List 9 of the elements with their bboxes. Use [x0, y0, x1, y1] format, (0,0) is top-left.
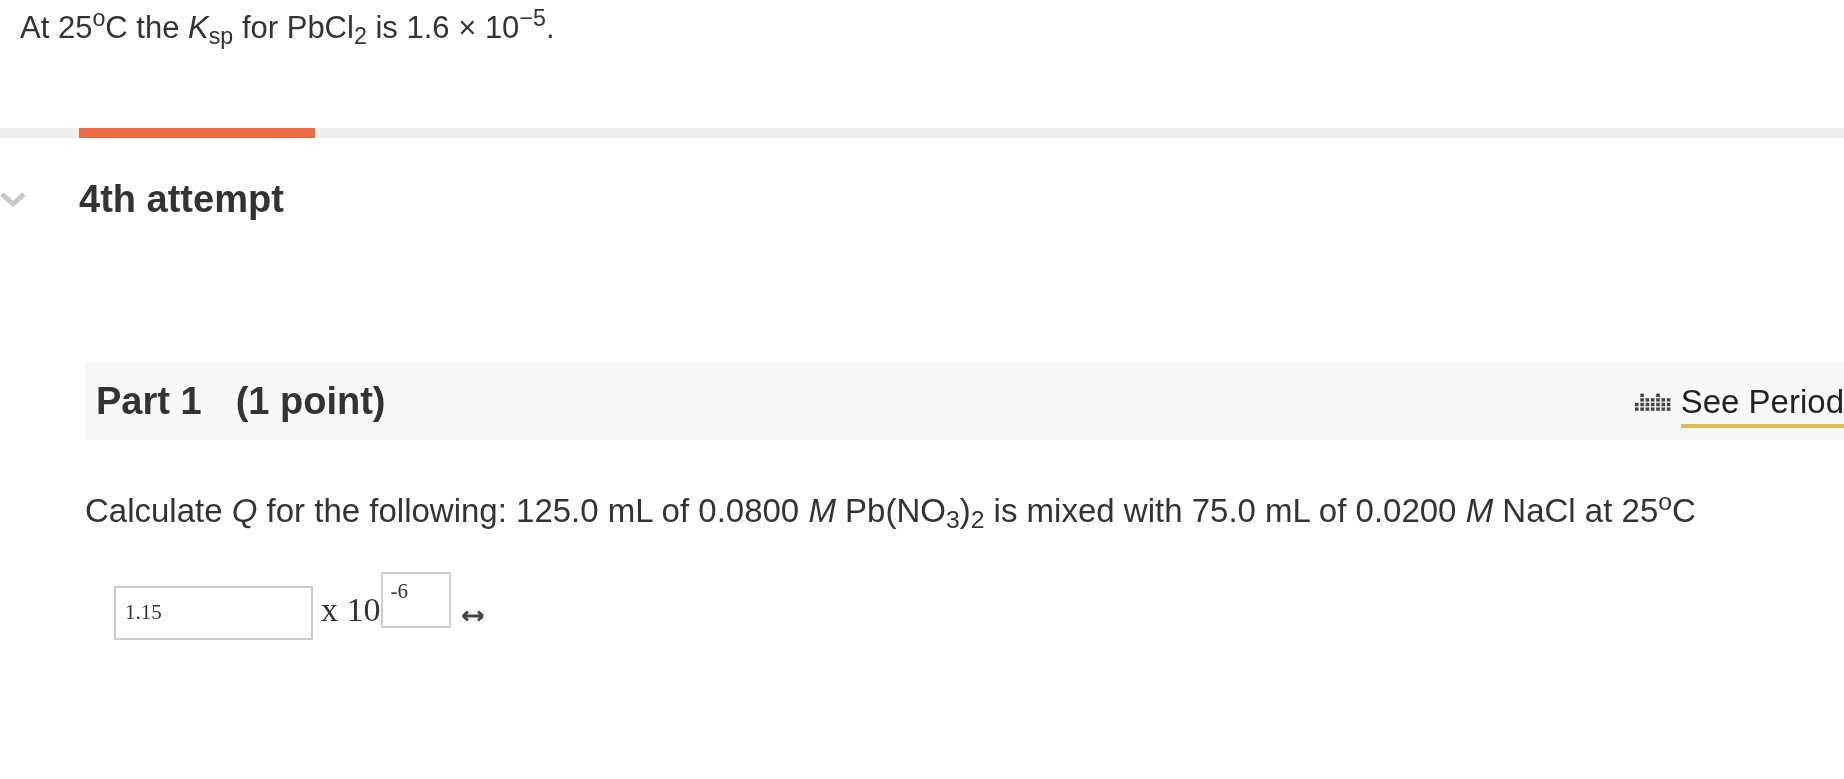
- part-points: (1 point): [235, 378, 386, 424]
- answer-field[interactable]: 1.15: [114, 585, 313, 640]
- part-title: Part 1: [96, 378, 202, 424]
- periodic-table-link[interactable]: See Period: [1680, 380, 1844, 428]
- times-ten-text: x 10: [321, 589, 381, 630]
- resize-arrow-icon[interactable]: [460, 609, 485, 622]
- attempt-heading: 4th attempt: [79, 176, 284, 222]
- question-text: Calculate Q for the following: 125.0 mL of 0.0800 M Pb(NO$_{3}$)$_{2}$ is mixed with 75.0 mL of 0.0200 M NaCl at 25$^{o}$C: [85, 492, 1696, 529]
- exponent-field[interactable]: -6: [380, 571, 451, 628]
